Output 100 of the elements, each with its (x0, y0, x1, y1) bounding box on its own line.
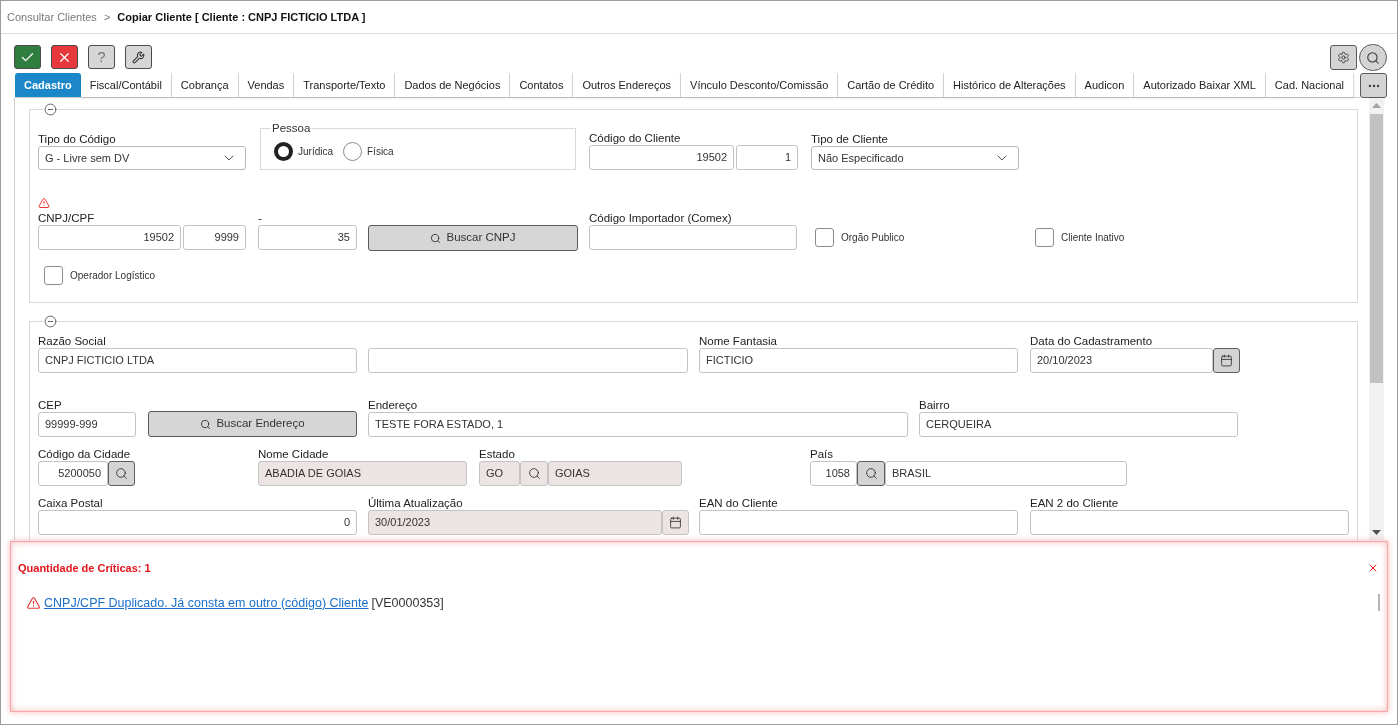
search-button[interactable] (1359, 44, 1387, 71)
text-field[interactable]: 5200050 (38, 461, 108, 486)
checkbox-label: Operador Logístico (70, 269, 156, 283)
search-icon (527, 467, 541, 480)
field-label: Última Atualização (368, 496, 463, 510)
tab[interactable]: Autorizado Baixar XML (1134, 73, 1266, 97)
checkbox[interactable] (1035, 228, 1054, 247)
field-label: CNPJ/CPF (38, 211, 95, 225)
text-field[interactable] (699, 510, 1018, 535)
search-icon (115, 467, 128, 480)
radio-button[interactable] (274, 142, 293, 161)
error-link[interactable]: CNPJ/CPF Duplicado. Já consta em outro (código) Cliente (44, 594, 369, 611)
field-label: Nome Cidade (258, 447, 329, 461)
radio-label: Jurídica (298, 145, 333, 159)
text-field[interactable]: 99999-999 (38, 412, 136, 437)
text-field[interactable]: TESTE FORA ESTADO, 1 (368, 412, 908, 437)
scrollbar[interactable] (1369, 98, 1384, 540)
tab[interactable]: Transporte/Texto (294, 73, 396, 97)
tab[interactable]: Cad. Nacional (1265, 73, 1354, 97)
tab[interactable]: Fiscal/Contábil (80, 73, 172, 97)
text-field[interactable]: FICTICIO (699, 348, 1018, 373)
radio-label: Física (367, 145, 394, 159)
search-icon (864, 467, 878, 480)
field-label: Data do Cadastramento (1030, 334, 1153, 348)
page-title: Copiar Cliente [ Cliente : CNPJ FICTICIO LTDA ] (117, 9, 366, 25)
field-label: Código da Cidade (38, 447, 131, 461)
wrench-icon (132, 50, 145, 64)
checkbox-label: Cliente Inativo (1061, 231, 1125, 245)
field-label: Tipo do Código (38, 132, 116, 146)
text-field[interactable]: BRASIL (885, 461, 1127, 486)
text-field[interactable]: 35 (258, 225, 357, 250)
field-label: Caixa Postal (38, 496, 103, 510)
close-icon (1367, 562, 1379, 574)
calendar-icon (669, 516, 682, 529)
more-tabs-button[interactable] (1360, 73, 1387, 98)
field-label: EAN do Cliente (699, 496, 778, 510)
collapse-icon[interactable] (44, 103, 57, 116)
text-field[interactable]: 1 (736, 145, 798, 170)
checkbox[interactable] (44, 266, 63, 285)
text-field[interactable]: 0 (38, 510, 357, 535)
settings-icon (1337, 51, 1350, 64)
group-label: Pessoa (271, 121, 312, 135)
tab[interactable]: Outros Endereços (573, 73, 682, 97)
select-field[interactable]: G - Livre sem DV (38, 146, 246, 170)
error-code: [VE0000353] (371, 594, 444, 611)
calendar-icon (1220, 354, 1233, 367)
text-field[interactable]: 9999 (183, 225, 246, 250)
tools-button[interactable] (125, 45, 152, 69)
cancel-button[interactable] (51, 45, 78, 69)
tab[interactable]: Cobrança (171, 73, 239, 97)
search-button[interactable] (520, 461, 548, 486)
field-label: Nome Fantasia (699, 334, 777, 348)
text-field[interactable] (368, 348, 688, 373)
radio-button[interactable] (343, 142, 362, 161)
search-icon (1366, 50, 1380, 65)
calendar-button[interactable] (662, 510, 689, 535)
field-label: Código do Cliente (589, 131, 681, 145)
search-icon (200, 418, 212, 430)
tab[interactable]: Contatos (510, 73, 574, 97)
field-label: Bairro (919, 398, 950, 412)
settings-button[interactable] (1330, 45, 1357, 70)
tab[interactable]: Cartão de Crédito (838, 73, 945, 97)
search-button[interactable]: Buscar Endereço (148, 411, 357, 437)
field-label: - (258, 211, 262, 225)
breadcrumb-link[interactable]: Consultar Clientes (7, 8, 97, 26)
tab[interactable]: Dados de Negócios (395, 73, 511, 97)
text-field[interactable]: 1058 (810, 461, 857, 486)
text-field[interactable]: 19502 (589, 145, 734, 170)
text-field[interactable] (589, 225, 797, 250)
calendar-button[interactable] (1213, 348, 1240, 373)
scroll-down-icon[interactable] (1372, 530, 1381, 535)
text-field[interactable] (1030, 510, 1349, 535)
search-button[interactable] (108, 461, 135, 486)
confirm-button[interactable] (14, 45, 41, 69)
tab[interactable]: Vínculo Desconto/Comissão (681, 73, 839, 97)
field-label: Código Importador (Comex) (589, 211, 732, 225)
text-field[interactable]: CERQUEIRA (919, 412, 1238, 437)
field-label: Razão Social (38, 334, 106, 348)
text-field[interactable]: 19502 (38, 225, 181, 250)
field-label: Endereço (368, 398, 418, 412)
close-button[interactable] (1367, 562, 1379, 574)
tab[interactable]: Cadastro (15, 73, 81, 97)
select-field[interactable]: Não Especificado (811, 146, 1019, 170)
checkbox[interactable] (815, 228, 834, 247)
field-label: CEP (38, 398, 62, 412)
field-label: EAN 2 do Cliente (1030, 496, 1119, 510)
scrollbar-thumb[interactable] (1370, 114, 1383, 383)
scrollbar-thumb[interactable] (1378, 594, 1380, 611)
field-label: País (810, 447, 833, 461)
field-label: Tipo de Cliente (811, 132, 888, 146)
search-icon (430, 232, 442, 244)
collapse-icon[interactable] (44, 315, 57, 328)
tab[interactable]: Histórico de Alterações (944, 73, 1076, 97)
text-field[interactable]: CNPJ FICTICIO LTDA (38, 348, 357, 373)
search-button[interactable]: Buscar CNPJ (368, 225, 578, 251)
text-field[interactable]: 20/10/2023 (1030, 348, 1213, 373)
tab[interactable]: Vendas (238, 73, 295, 97)
tab[interactable]: Audicon (1075, 73, 1135, 97)
search-button[interactable] (857, 461, 885, 486)
field-label: Estado (479, 447, 515, 461)
